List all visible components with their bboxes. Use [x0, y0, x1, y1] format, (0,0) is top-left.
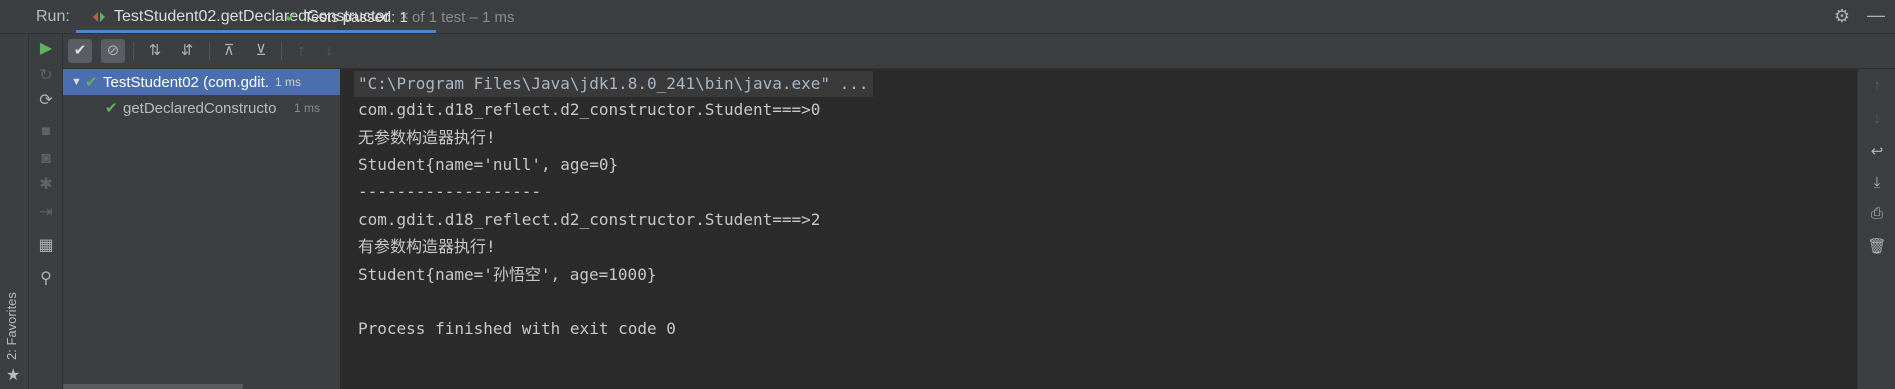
favorites-label: 2: Favorites — [4, 292, 19, 360]
check-icon: ✔ — [285, 9, 298, 26]
console-line: 有参数构造器执行! — [358, 237, 496, 256]
scroll-up-icon[interactable]: ↑ — [1866, 75, 1888, 97]
show-ignored-icon[interactable]: ⊘ — [101, 39, 125, 63]
expand-all-icon[interactable]: ⊼ — [217, 39, 241, 63]
previous-failed-icon[interactable]: ↑ — [289, 39, 313, 63]
tree-item-label: TestStudent02 (com.gdit. — [103, 73, 269, 91]
tree-item-time: 1 ms — [274, 75, 301, 89]
junit-config-icon — [93, 11, 105, 22]
favorites-tab[interactable]: 2: Favorites — [4, 290, 26, 360]
console-line: com.gdit.d18_reflect.d2_constructor.Stud… — [358, 100, 821, 119]
run-actions-toolbar: ▶ ↻ ⟳ ■ ◙ ✱ ⇥ ▦ ⚲ — [29, 34, 63, 389]
check-icon: ✔ — [105, 100, 118, 117]
tree-item-test-method[interactable]: ✔ getDeclaredConstructo 1 ms — [63, 95, 340, 121]
show-passed-icon[interactable]: ✔ — [68, 39, 92, 63]
console-output[interactable]: "C:\Program Files\Java\jdk1.8.0_241\bin\… — [341, 69, 1857, 389]
camera-icon[interactable]: ◙ — [35, 148, 57, 170]
run-label: Run: — [36, 8, 70, 25]
tests-detail-text: of 1 test – 1 ms — [407, 9, 515, 26]
star-icon: ★ — [6, 367, 21, 384]
run-icon[interactable]: ▶ — [35, 38, 57, 60]
clear-all-icon[interactable]: 🗑 — [1866, 236, 1888, 258]
console-line: 无参数构造器执行! — [358, 128, 496, 147]
console-line: "C:\Program Files\Java\jdk1.8.0_241\bin\… — [354, 71, 873, 97]
chevron-down-icon[interactable]: ▼ — [71, 76, 85, 88]
console-line: ------------------- — [358, 182, 542, 201]
scroll-down-icon[interactable]: ↓ — [1866, 108, 1888, 130]
tree-item-label: getDeclaredConstructo — [123, 99, 277, 117]
tree-item-test-class[interactable]: ▼ ✔ TestStudent02 (com.gdit. 1 ms — [63, 69, 340, 95]
pin-icon[interactable]: ⚲ — [35, 268, 57, 290]
check-icon: ✔ — [85, 74, 98, 91]
sort-by-duration-icon[interactable]: ⇵ — [175, 39, 199, 63]
soft-wrap-icon[interactable]: ↩ — [1866, 141, 1888, 163]
rerun-failed-icon[interactable]: ↻ — [35, 65, 57, 87]
test-runner-toolbar: ✔ ⊘ ⇅ ⇵ ⊼ ⊻ ↑ ↓ — [63, 34, 1895, 69]
console-line: Student{name='null', age=0} — [358, 155, 619, 174]
scroll-to-end-icon[interactable]: ⤓ — [1866, 172, 1888, 194]
tree-scrollbar[interactable] — [63, 384, 243, 389]
tab-active-indicator — [76, 30, 436, 33]
console-actions-toolbar: ↑ ↓ ↩ ⤓ ⎙ 🗑 — [1857, 69, 1895, 389]
print-icon[interactable]: ⎙ — [1866, 203, 1888, 225]
next-failed-icon[interactable]: ↓ — [317, 39, 341, 63]
minimize-icon[interactable]: — — [1866, 5, 1886, 25]
gear-icon[interactable]: ⚙ — [1832, 6, 1852, 26]
tree-item-time: 1 ms — [294, 101, 321, 115]
collapse-all-icon[interactable]: ⊻ — [249, 39, 273, 63]
debug-icon[interactable]: ✱ — [35, 174, 57, 196]
test-tree: ▼ ✔ TestStudent02 (com.gdit. 1 ms ✔ getD… — [63, 69, 341, 389]
stop-icon[interactable]: ■ — [35, 121, 57, 143]
sort-alphabetically-icon[interactable]: ⇅ — [143, 39, 167, 63]
tests-passed-text: Tests passed: 1 — [303, 9, 408, 26]
toggle-auto-test-icon[interactable]: ⟳ — [35, 90, 57, 112]
console-line: Process finished with exit code 0 — [358, 319, 676, 338]
test-status: ✔ Tests passed: 1 of 1 test – 1 ms — [285, 8, 515, 26]
console-line: Student{name='孙悟空', age=1000} — [358, 265, 657, 284]
console-line: com.gdit.d18_reflect.d2_constructor.Stud… — [358, 210, 821, 229]
layout-icon[interactable]: ▦ — [35, 235, 57, 257]
exit-icon[interactable]: ⇥ — [35, 202, 57, 224]
